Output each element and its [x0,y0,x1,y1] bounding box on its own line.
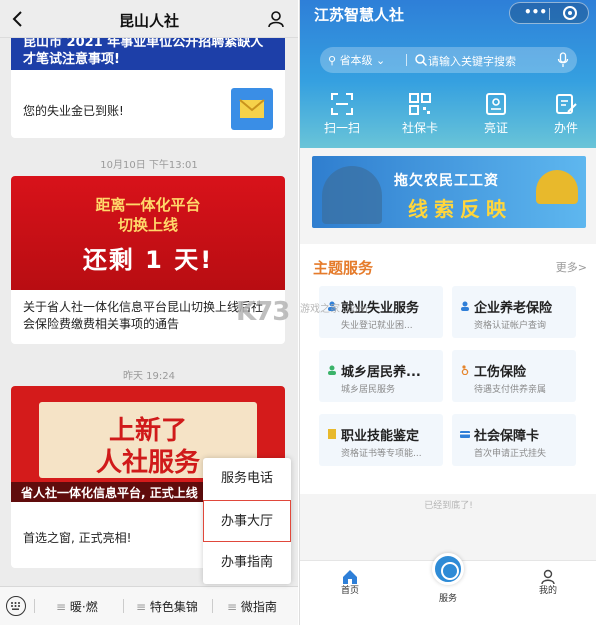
theme-services-section: 主题服务 更多> 就业失业服务 失业登记就业困... 企业养老保险 资格认证帐户… [300,244,596,494]
submenu-item-service-hall[interactable]: 办事大厅 [203,500,291,542]
watermark-text: 游戏之家 .com [300,304,368,315]
app-title: 江苏智慧人社 [314,6,405,24]
scan-icon [331,93,353,115]
menu-item-features[interactable]: ≡ 特色集锦 [136,598,198,615]
menu-dot: ≡ [56,600,70,614]
hardhat-illustration [536,170,578,204]
section-title: 主题服务 [313,259,374,277]
quick-label: 扫一扫 [323,121,360,135]
menu-dot: ≡ [227,600,241,614]
quick-scan[interactable]: 扫一扫 [316,92,368,136]
message-timestamp: 昨天 19:24 [123,371,175,382]
article-card-recruitment[interactable]: 昆山市 2021 年事业单位公开招聘紧缺人才笔试注意事项! 您的失业金已到账! [11,28,285,138]
user-icon[interactable] [266,9,286,29]
article-title: 首选之窗, 正式亮相! [23,531,132,545]
menu-label: 微指南 [240,600,277,614]
keyboard-icon[interactable] [6,596,26,616]
watermark-logo: K73 [236,297,290,327]
account-menu-bar: ≡ 暖·燃 ≡ 特色集锦 ≡ 微指南 [0,586,298,625]
quick-show-id[interactable]: 亮证 [470,92,522,136]
service-desc: 城乡居民服务 [341,385,396,395]
service-desc: 资格认证帐户查询 [474,321,547,331]
divider [549,8,550,20]
edit-doc-icon [556,94,577,114]
header-hero: 江苏智慧人社 ••• ⚲ 省本级 ⌄ 请输入关键字搜索 扫一扫 社保卡 亮证 办… [300,0,596,148]
certificate-icon [328,429,336,439]
service-work-injury[interactable]: 工伤保险 待遇支付供养亲属 [452,350,576,402]
divider [34,599,35,613]
service-desc: 失业登记就业困... [341,321,413,331]
banner-line: 距离一体化平台 [95,196,201,214]
wheelchair-icon [461,365,469,375]
search-bar[interactable]: ⚲ 省本级 ⌄ 请输入关键字搜索 [320,47,577,73]
service-name: 职业技能鉴定 [341,429,420,444]
tab-service[interactable]: 服务 [418,569,478,604]
search-input[interactable]: 请输入关键字搜索 [428,53,516,69]
service-name: 城乡居民养... [341,365,421,380]
submenu-popup: 服务电话 办事大厅 办事指南 [203,458,291,584]
id-card-icon [486,93,506,115]
promo-subtitle: 线索反映 [408,197,512,221]
service-desc: 资格证书等专项能... [341,449,422,459]
quick-label: 社保卡 [401,121,438,135]
tab-label: 服务 [438,594,457,604]
submenu-item-service-phone[interactable]: 服务电话 [203,458,291,500]
service-desc: 待遇支付供养亲属 [474,385,547,395]
banner-line: 切换上线 [117,216,178,234]
service-skill-appraisal[interactable]: 职业技能鉴定 资格证书等专项能... [319,414,443,466]
submenu-item-service-guide[interactable]: 办事指南 [203,542,291,584]
qrcode-icon [409,93,431,115]
menu-dot: ≡ [136,600,150,614]
person-icon [461,301,469,311]
divider [406,54,407,66]
search-icon [415,54,428,67]
service-name: 工伤保险 [474,365,527,380]
menu-label: 特色集锦 [149,600,198,614]
quick-tasks[interactable]: 办件 [540,92,592,136]
home-icon [343,570,357,584]
location-label: 省本级 [339,54,373,67]
service-enterprise-pension[interactable]: 企业养老保险 资格认证帐户查询 [452,286,576,338]
bottom-tab-bar: 首页 服务 我的 [300,553,596,625]
article-title: 您的失业金已到账! [23,104,124,118]
envelope-icon [231,88,273,130]
menu-item-nuan-ran[interactable]: ≡ 暖·燃 [56,598,98,615]
top-navbar: 昆山人社 [0,0,298,38]
chevron-down-icon: ⌄ [372,54,386,67]
service-name: 社会保障卡 [474,429,540,444]
miniapp-capsule: ••• [509,2,589,24]
service-name: 企业养老保险 [474,301,553,316]
service-social-security-card[interactable]: 社会保障卡 首次申请正式挂失 [452,414,576,466]
message-timestamp: 10月10日 下午13:01 [100,160,198,171]
profile-icon [541,569,555,585]
more-icon[interactable]: ••• [524,5,547,19]
promo-banner-wage-arrears[interactable]: 拖欠农民工工资 线索反映 [312,156,586,228]
quick-label: 亮证 [483,121,508,135]
menu-item-micro-guide[interactable]: ≡ 微指南 [227,598,277,615]
divider [123,599,124,613]
promo-title: 拖欠农民工工资 [394,173,499,189]
service-resident-pension[interactable]: 城乡居民养... 城乡居民服务 [319,350,443,402]
more-link[interactable]: 更多> [556,259,587,275]
end-of-list-text: 已经到底了! [424,501,473,511]
article-row-unemployment[interactable]: 您的失业金已到账! [11,88,285,134]
quick-label: 办件 [553,121,578,135]
location-pin-icon: ⚲ [328,54,340,67]
person-icon [328,365,336,375]
service-desc: 首次申请正式挂失 [474,449,547,459]
quick-social-card[interactable]: 社保卡 [394,92,446,136]
microphone-icon[interactable] [557,52,569,68]
tab-profile[interactable]: 我的 [518,569,578,596]
location-selector[interactable]: ⚲ 省本级 ⌄ [328,52,385,68]
banner-countdown: 还剩 1 天! [82,246,214,274]
divider [212,599,213,613]
tab-home[interactable]: 首页 [320,569,380,596]
card-icon [460,431,470,438]
menu-label: 暖·燃 [69,600,98,614]
worker-illustration [322,166,382,224]
close-icon[interactable] [563,6,577,20]
account-title: 昆山人社 [118,12,179,30]
article-banner: 距离一体化平台 切换上线 还剩 1 天! [11,176,285,290]
